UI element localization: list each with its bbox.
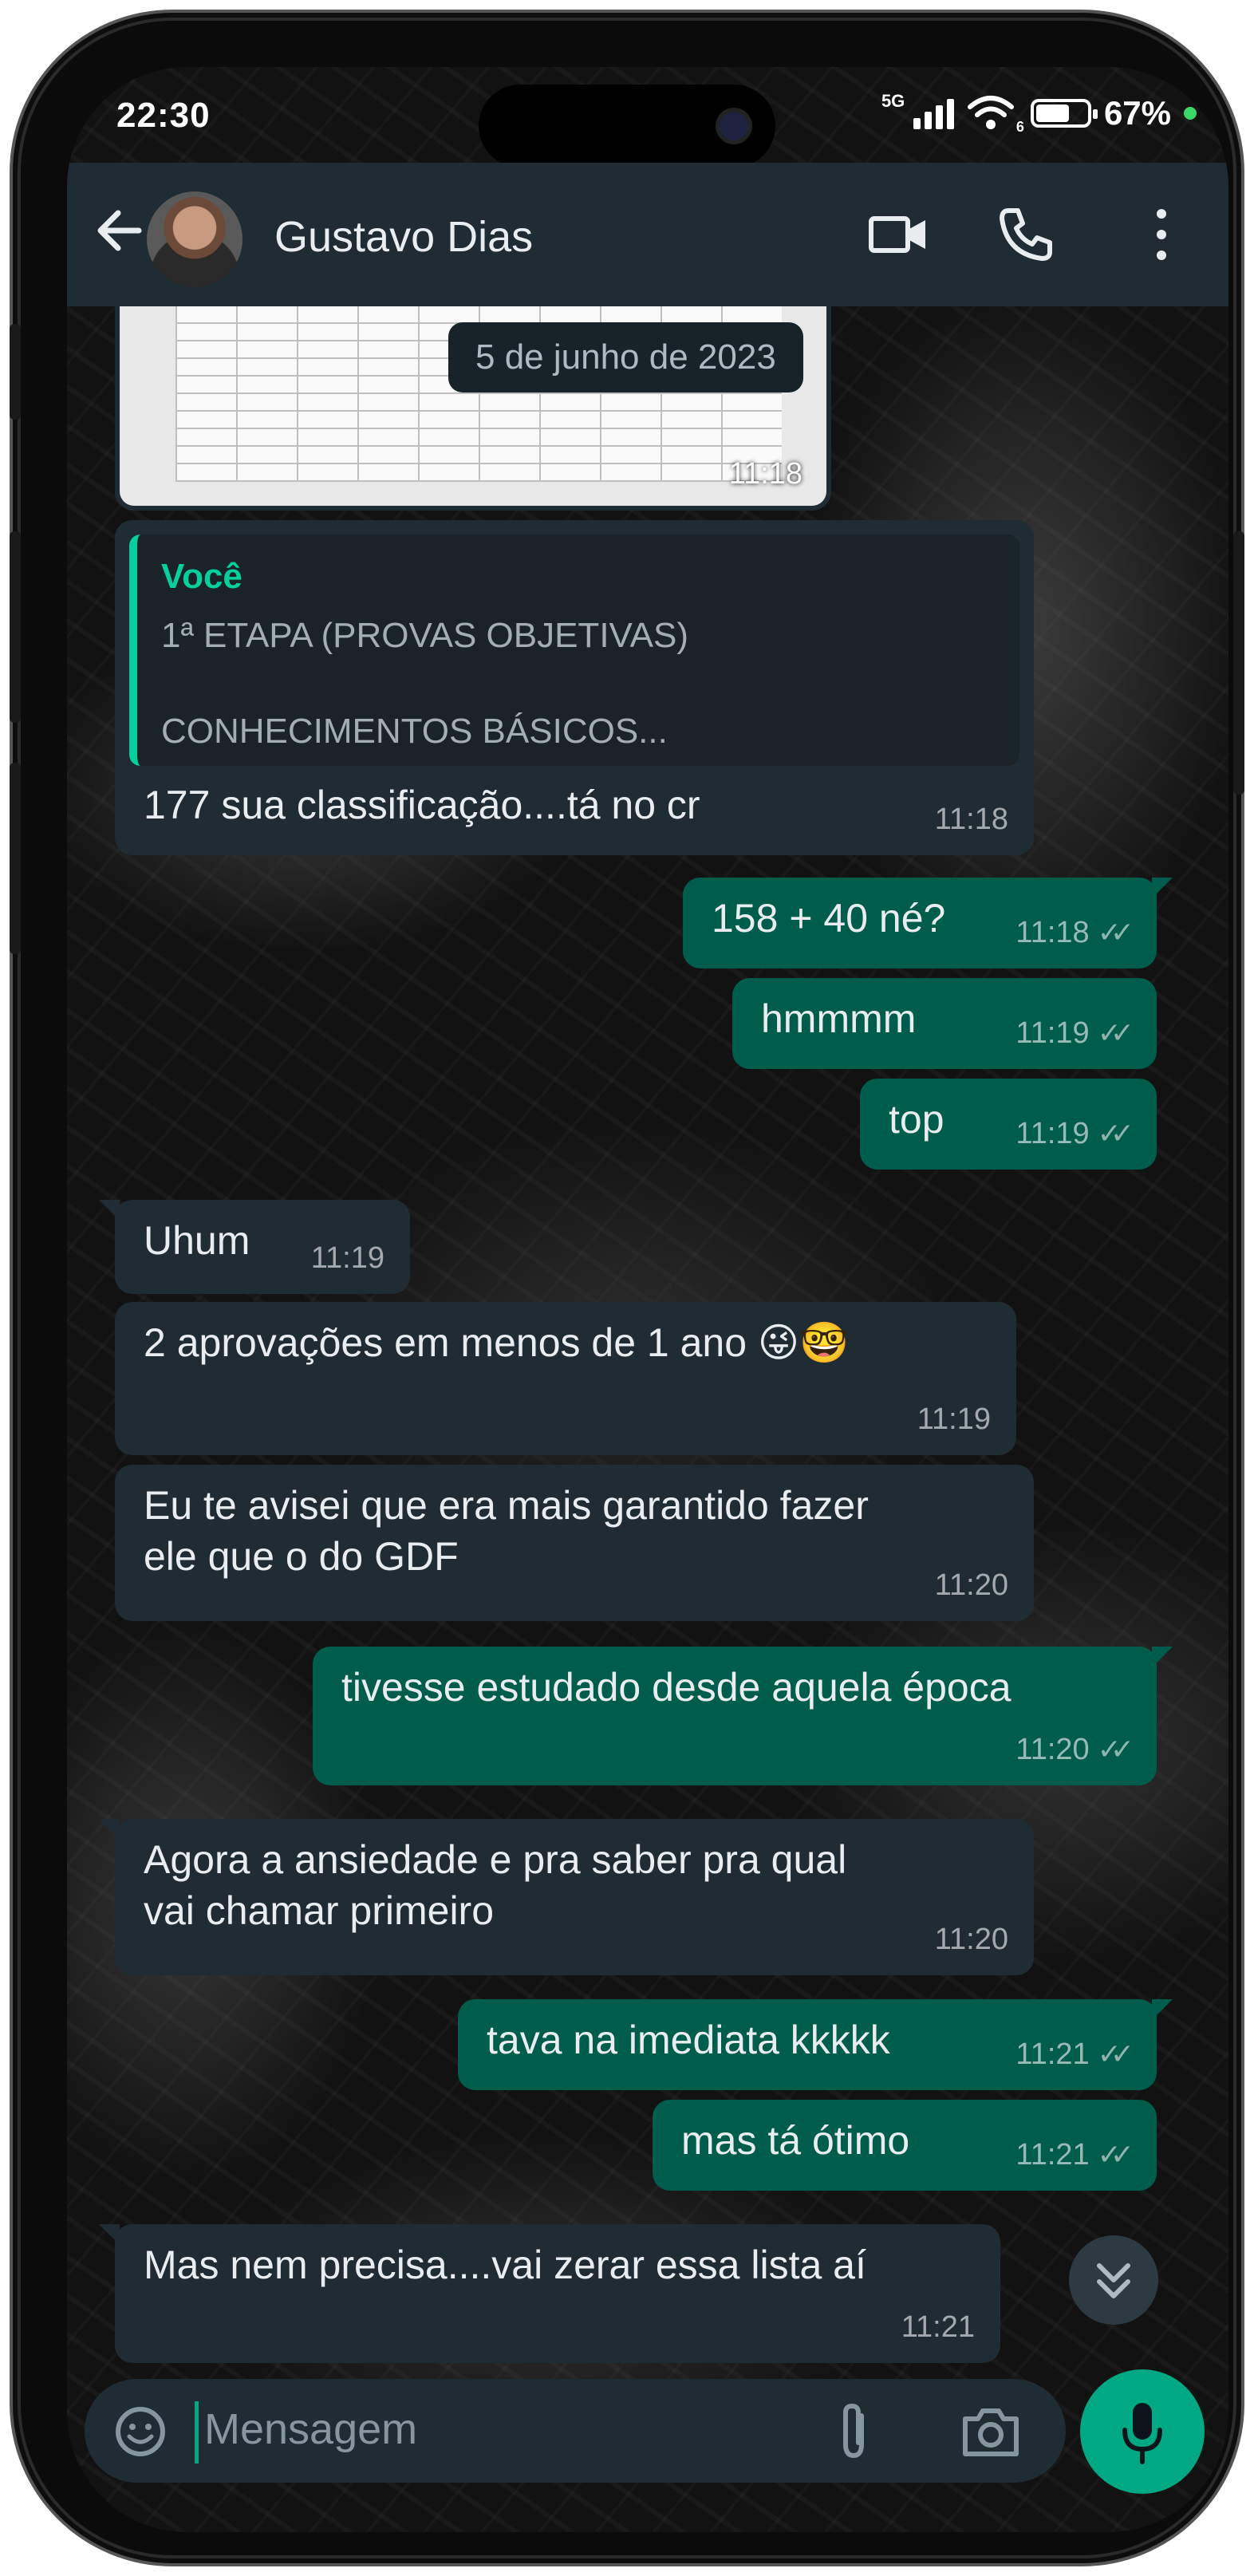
read-ticks-icon: ✓✓	[1097, 1733, 1134, 1765]
cellular-signal-icon: 5G	[881, 91, 954, 129]
emoji-icon[interactable]	[112, 2403, 169, 2460]
contact-name[interactable]: Gustavo Dias	[274, 212, 533, 262]
message-text: Mas nem precisa....vai zerar essa lista …	[144, 2243, 866, 2287]
message-text: Uhum	[144, 1218, 250, 1263]
message-meta: 11:20	[935, 1915, 1008, 1964]
read-ticks-icon: ✓✓	[1097, 916, 1134, 949]
front-camera	[720, 112, 748, 140]
message-meta: 11:18 ✓✓	[1015, 908, 1134, 957]
message-meta: 11:19	[917, 1395, 991, 1444]
wifi-icon: 6	[967, 94, 1024, 135]
message-text: 2 aprovações em menos de 1 ano 😜🤓	[144, 1320, 850, 1365]
message-input[interactable]: Mensagem	[204, 2404, 417, 2454]
message-time: 11:19	[310, 1241, 384, 1275]
message-meta: 11:19 ✓✓	[1015, 1109, 1134, 1158]
message-time: 11:21	[1015, 2038, 1090, 2071]
message-time: 11:19	[917, 1402, 991, 1436]
incoming-message[interactable]: Agora a ansiedade e pra saber pra qual v…	[99, 1819, 1034, 1975]
outgoing-message[interactable]: tava na imediata kkkkk 11:21 ✓✓	[458, 1999, 1173, 2090]
message-text: vai chamar primeiro	[144, 1888, 495, 1933]
more-options-icon[interactable]	[1130, 203, 1193, 266]
mic-icon	[1122, 2403, 1162, 2464]
status-icons: 5G 6 67%	[881, 91, 1197, 135]
message-meta: 11:20	[935, 1560, 1008, 1610]
message-text: tivesse estudado desde aquela época	[341, 1665, 1011, 1710]
volume-up-button	[10, 531, 21, 723]
message-time: 11:19	[1015, 1016, 1090, 1050]
contact-avatar[interactable]	[147, 191, 243, 287]
power-button	[1233, 531, 1244, 795]
read-ticks-icon: ✓✓	[1097, 1016, 1134, 1049]
dynamic-island	[479, 85, 775, 168]
outgoing-message[interactable]: top 11:19 ✓✓	[860, 1079, 1157, 1170]
incoming-message[interactable]: Uhum 11:19	[99, 1200, 410, 1294]
voice-call-icon[interactable]	[994, 203, 1058, 266]
attach-icon[interactable]	[830, 2400, 877, 2464]
camera-icon[interactable]	[959, 2403, 1023, 2460]
volume-down-button	[10, 763, 21, 954]
network-type: 5G	[881, 91, 905, 111]
message-time: 11:19	[1015, 1117, 1090, 1150]
mute-switch	[10, 324, 21, 420]
incoming-message[interactable]: Eu te avisei que era mais garantido faze…	[115, 1465, 1034, 1621]
quoted-line: CONHECIMENTOS BÁSICOS...	[161, 712, 668, 751]
message-time: 11:18	[934, 803, 1008, 836]
message-text: tava na imediata kkkkk	[487, 2018, 890, 2062]
quoted-message[interactable]: Você 1ª ETAPA (PROVAS OBJETIVAS) CONHECI…	[129, 535, 1019, 766]
message-text: 158 + 40 né?	[712, 896, 946, 941]
message-text: top	[889, 1097, 944, 1142]
message-text: Agora a ansiedade e pra saber pra qual	[144, 1837, 847, 1882]
battery-icon	[1030, 99, 1098, 128]
scroll-to-bottom-button[interactable]	[1069, 2235, 1158, 2325]
reply-message[interactable]: Você 1ª ETAPA (PROVAS OBJETIVAS) CONHECI…	[115, 520, 1034, 855]
battery-percent: 67%	[1103, 94, 1171, 132]
message-text: ele que o do GDF	[144, 1534, 459, 1579]
read-ticks-icon: ✓✓	[1097, 2138, 1134, 2171]
message-time: 11:20	[934, 1923, 1008, 1956]
message-meta: 11:21	[901, 2302, 975, 2352]
message-text: 177 sua classificação....tá no cr	[144, 783, 700, 827]
outgoing-message[interactable]: tivesse estudado desde aquela época 11:2…	[313, 1647, 1173, 1785]
message-text: Eu te avisei que era mais garantido faze…	[144, 1483, 869, 1528]
back-arrow-icon[interactable]	[91, 203, 147, 258]
quoted-author: Você	[161, 557, 243, 596]
message-time: 11:18	[1015, 916, 1090, 949]
incoming-message[interactable]: Mas nem precisa....vai zerar essa lista …	[99, 2224, 1000, 2363]
message-time: 11:21	[901, 2310, 975, 2344]
date-chip: 5 de junho de 2023	[448, 322, 803, 393]
wifi-badge: 6	[1015, 119, 1024, 135]
outgoing-message[interactable]: hmmmm 11:19 ✓✓	[732, 978, 1157, 1069]
message-time: 11:20	[934, 1568, 1008, 1602]
chevron-double-down-icon	[1097, 2263, 1130, 2298]
message-text: hmmmm	[761, 996, 917, 1041]
outgoing-message[interactable]: mas tá ótimo 11:21 ✓✓	[653, 2100, 1157, 2191]
mic-button[interactable]	[1080, 2369, 1205, 2494]
message-meta: 11:19	[311, 1233, 384, 1283]
quoted-line: 1ª ETAPA (PROVAS OBJETIVAS)	[161, 616, 688, 655]
message-meta: 11:18	[935, 795, 1008, 844]
message-text: mas tá ótimo	[681, 2118, 910, 2163]
message-time: 11:20	[1015, 1733, 1090, 1766]
message-time: 11:18	[728, 457, 802, 491]
outgoing-message[interactable]: 158 + 40 né? 11:18 ✓✓	[683, 878, 1173, 968]
incoming-message[interactable]: 2 aprovações em menos de 1 ano 😜🤓 11:19	[115, 1302, 1016, 1455]
screen: 22:30 5G 6 67% Gustavo Dias 11:18 5 de j…	[67, 67, 1228, 2532]
read-ticks-icon: ✓✓	[1097, 1117, 1134, 1150]
status-time: 22:30	[116, 96, 211, 135]
message-time: 11:21	[1015, 2138, 1090, 2172]
message-composer: Mensagem	[85, 2379, 1066, 2483]
video-call-icon[interactable]	[866, 203, 930, 266]
status-bar: 22:30 5G 6 67%	[67, 67, 1228, 168]
chat-header: Gustavo Dias	[67, 163, 1228, 306]
message-meta: 11:21 ✓✓	[1015, 2130, 1134, 2180]
text-caret	[195, 2401, 199, 2464]
phone-frame: 22:30 5G 6 67% Gustavo Dias 11:18 5 de j…	[10, 21, 1244, 2555]
message-meta: 11:21 ✓✓	[1015, 2030, 1134, 2079]
message-meta: 11:19 ✓✓	[1015, 1008, 1134, 1058]
message-meta: 11:20 ✓✓	[1015, 1725, 1134, 1774]
read-ticks-icon: ✓✓	[1097, 2038, 1134, 2070]
privacy-indicator	[1184, 107, 1197, 120]
